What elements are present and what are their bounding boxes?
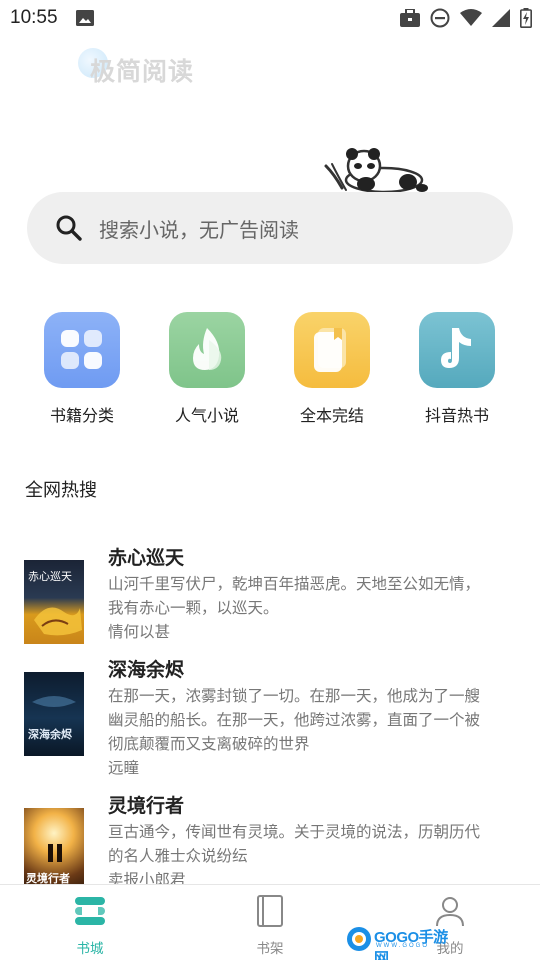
book-info: 深海余烬 在那一天，浓雾封锁了一切。在那一天，他成为了一艘 幽灵船的船长。在那一… (108, 656, 508, 780)
grid-icon (61, 330, 102, 369)
book-cover: 深海余烬 (24, 672, 84, 756)
bookshelf-icon (257, 895, 283, 927)
wifi-icon (460, 9, 482, 26)
hot-search-title: 全网热搜 (25, 480, 97, 501)
category-tile (419, 312, 495, 388)
book-cover: 灵境行者 (24, 808, 84, 892)
book-cover-title: 赤心巡天 (28, 570, 72, 583)
nav-bookshelf[interactable]: 书架 (210, 885, 330, 960)
logo-text: 极简阅读 (90, 57, 195, 86)
tiktok-icon (441, 328, 471, 368)
book-desc-line: 幽灵船的船长。在那一天，他跨过浓雾，直面了一个被 (108, 711, 481, 729)
book-cover-title: 灵境行者 (26, 871, 70, 885)
nav-label: 书架 (256, 941, 284, 957)
book-info: 灵境行者 亘古通今，传闻世有灵境。关于灵境的说法，历朝历代 的名人雅士众说纷纭 … (108, 792, 508, 892)
book-title: 深海余烬 (108, 659, 185, 681)
book-cover: 赤心巡天 (24, 560, 84, 644)
category-label: 全本完结 (299, 406, 364, 425)
bookstore-icon (75, 897, 105, 925)
nav-label: 书城 (76, 941, 104, 957)
watermark: GOGO手游网 WWW.GOGO (346, 924, 456, 960)
image-icon (76, 10, 94, 26)
book-desc-line: 我有赤心一颗，以巡天。 (108, 599, 279, 617)
book-author: 情何以甚 (108, 623, 171, 641)
category-tile (169, 312, 245, 388)
category-completed[interactable]: 全本完结 (277, 312, 387, 426)
watermark-logo-icon (347, 927, 371, 951)
search-bar[interactable]: 搜索小说，无广告阅读 (27, 192, 513, 264)
book-title: 赤心巡天 (108, 547, 185, 569)
watermark-subtext: WWW.GOGO (376, 943, 429, 949)
search-input[interactable]: 搜索小说，无广告阅读 (99, 214, 299, 243)
book-desc-line: 的名人雅士众说纷纭 (108, 847, 248, 865)
bottom-nav: 书城 书架 我的 (0, 884, 540, 960)
category-tiktok-hot[interactable]: 抖音热书 (402, 312, 512, 426)
category-book-classify[interactable]: 书籍分类 (27, 312, 137, 426)
category-label: 书籍分类 (49, 406, 114, 425)
book-desc-line: 在那一天，浓雾封锁了一切。在那一天，他成为了一艘 (108, 687, 481, 705)
signal-icon (492, 9, 510, 27)
book-desc-line: 彻底颠覆而又支离破碎的世界 (108, 735, 310, 753)
category-popular-novels[interactable]: 人气小说 (152, 312, 262, 426)
category-label: 抖音热书 (424, 406, 489, 425)
book-desc-line: 亘古通今，传闻世有灵境。关于灵境的说法，历朝历代 (108, 823, 481, 841)
category-tile (44, 312, 120, 388)
status-icons (400, 8, 532, 28)
do-not-disturb-icon (430, 8, 450, 28)
book-cover-art: 灵境行者 (26, 844, 70, 885)
category-tile (294, 312, 370, 388)
book-cover-art: 深海余烬 (28, 696, 76, 741)
nav-bookstore[interactable]: 书城 (30, 885, 150, 960)
book-cover-art: 赤心巡天 (28, 570, 82, 636)
status-time: 10:55 (10, 7, 58, 28)
book-author: 远瞳 (108, 759, 140, 777)
book-icon (314, 328, 346, 372)
flame-icon (193, 328, 222, 370)
status-bar: 10:55 (0, 0, 540, 36)
search-icon (56, 215, 82, 241)
book-title: 灵境行者 (108, 795, 185, 817)
book-cover-title: 深海余烬 (28, 727, 73, 741)
panda-illustration-icon (324, 148, 428, 194)
briefcase-icon (400, 9, 420, 27)
app-logo: 极简阅读 (78, 48, 218, 88)
battery-charging-icon (520, 8, 532, 28)
book-info: 赤心巡天 山河千里写伏尸，乾坤百年描恶虎。天地至公如无情， 我有赤心一颗，以巡天… (108, 544, 508, 644)
book-desc-line: 山河千里写伏尸，乾坤百年描恶虎。天地至公如无情， (108, 575, 481, 593)
category-label: 人气小说 (174, 406, 239, 425)
